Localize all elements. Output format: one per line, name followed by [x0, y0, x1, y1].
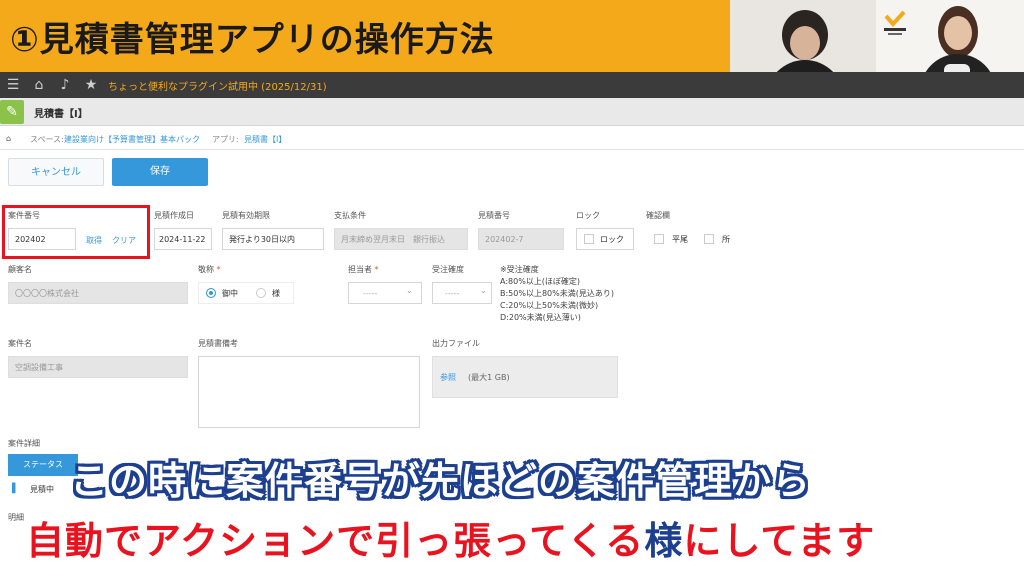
certainty-note-line: C:20%以上50%未満(微妙): [500, 301, 599, 310]
trial-notice[interactable]: ちょっと便利なプラグイン試用中 (2025/12/31): [108, 78, 327, 93]
breadcrumb: ⌂ スペース: 建設業向け【予算書管理】基本パック アプリ: 見積書【I】: [0, 126, 1024, 150]
case-name-label: 案件名: [8, 339, 32, 348]
bell-icon[interactable]: ♪: [56, 76, 74, 94]
honorific-label: 敬称 *: [198, 265, 221, 274]
lock-checkbox[interactable]: [584, 234, 594, 244]
app-title-bar: ✎ 見積書【I】: [0, 98, 1024, 126]
file-max-size: (最大1 GB): [468, 373, 510, 382]
estimate-no-input: 202402-7: [478, 228, 564, 250]
honorific-radio-2[interactable]: [256, 288, 266, 298]
breadcrumb-space-label: スペース:: [30, 135, 64, 144]
top-bar: ☰ ⌂ ♪ ★ ちょっと便利なプラグイン試用中 (2025/12/31): [0, 72, 1024, 98]
confirm-option-2: 所: [722, 235, 730, 244]
assignee-label-text: 担当者: [348, 265, 372, 274]
output-file-label: 出力ファイル: [432, 339, 480, 348]
confirm-checkbox-2[interactable]: [704, 234, 714, 244]
subtitle-line-1: この時に案件番号が先ほどの案件管理から: [70, 459, 812, 503]
customer-input: 〇〇〇〇株式会社: [8, 282, 188, 304]
status-tab[interactable]: ステータス: [8, 454, 78, 476]
breadcrumb-app-link[interactable]: 見積書【I】: [244, 134, 286, 145]
title-band: ①見積書管理アプリの操作方法: [0, 0, 730, 72]
subtitle-red-text-2: にしてます: [683, 519, 876, 563]
document-icon: ▌: [12, 484, 19, 494]
honorific-label-text: 敬称: [198, 265, 214, 274]
confirm-option-1: 平尾: [672, 235, 688, 244]
certainty-note: ※受注確度 A:80%以上(ほぼ確定) B:50%以上80%未満(見込あり) C…: [500, 264, 614, 324]
valid-period-input[interactable]: 発行より30日以内: [222, 228, 324, 250]
customer-label: 顧客名: [8, 265, 32, 274]
honorific-radio-1[interactable]: [206, 288, 216, 298]
subtitle-blue-text: 様: [644, 519, 684, 563]
video-title: ①見積書管理アプリの操作方法: [10, 20, 495, 60]
certainty-note-line: B:50%以上80%未満(見込あり): [500, 289, 614, 298]
chevron-down-icon: ⌄: [480, 286, 487, 295]
case-detail-label: 案件詳細: [8, 439, 40, 448]
highlight-box: [2, 205, 150, 259]
status-value: 見積中: [30, 485, 54, 494]
menu-icon[interactable]: ☰: [4, 76, 22, 94]
certainty-note-line: ※受注確度: [500, 265, 539, 274]
star-icon[interactable]: ★: [82, 76, 100, 94]
honorific-option-2: 様: [272, 289, 280, 298]
breadcrumb-app-label: アプリ:: [212, 135, 239, 144]
certainty-label: 受注確度: [432, 265, 464, 274]
estimate-no-label: 見積番号: [478, 211, 510, 220]
subtitle-line-2: 自動でアクションで引っ張ってくる様にしてます: [26, 510, 875, 565]
person-face: [790, 26, 820, 60]
cancel-button[interactable]: キャンセル: [8, 158, 104, 186]
breadcrumb-space-link[interactable]: 建設業向け【予算書管理】基本パック: [64, 134, 200, 145]
browse-link[interactable]: 参照: [440, 372, 456, 383]
person-face: [944, 16, 972, 50]
home-icon[interactable]: ⌂: [30, 76, 48, 94]
valid-period-label: 見積有効期限: [222, 211, 270, 220]
save-button[interactable]: 保存: [112, 158, 208, 186]
certainty-note-line: A:80%以上(ほぼ確定): [500, 277, 581, 286]
confirm-checkbox-1[interactable]: [654, 234, 664, 244]
lock-option-label: ロック: [600, 235, 624, 244]
certainty-note-line: D:20%未満(見込薄い): [500, 313, 581, 322]
honorific-option-1: 御中: [222, 289, 238, 298]
confirm-label: 確認欄: [646, 211, 670, 220]
subtitle-red-text: 自動でアクションで引っ張ってくる: [26, 519, 645, 563]
case-name-input: 空調設備工事: [8, 356, 188, 378]
pencil-icon: ✎: [0, 100, 24, 124]
assignee-label: 担当者 *: [348, 265, 379, 274]
payment-label: 支払条件: [334, 211, 366, 220]
lock-label: ロック: [576, 211, 600, 220]
created-date-input[interactable]: 2024-11-22: [154, 228, 212, 250]
created-date-label: 見積作成日: [154, 211, 194, 220]
detail-label: 明細: [8, 513, 24, 522]
kintone-logo-icon: [882, 10, 908, 40]
remarks-textarea[interactable]: [198, 356, 420, 428]
app-title: 見積書【I】: [34, 109, 88, 120]
remarks-label: 見積書備考: [198, 339, 238, 348]
chevron-down-icon: ⌄: [406, 286, 413, 295]
payment-input: 月末締め翌月末日 銀行振込: [334, 228, 468, 250]
output-file-box: [432, 356, 618, 398]
home-icon[interactable]: ⌂: [6, 134, 11, 143]
